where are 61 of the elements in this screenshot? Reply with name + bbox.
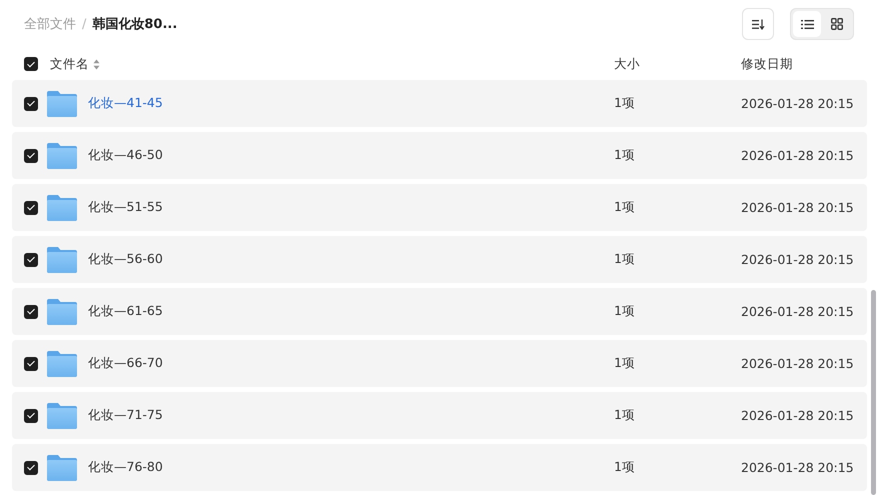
file-size: 1项 — [614, 407, 635, 422]
list-view-button[interactable] — [793, 11, 821, 37]
file-name[interactable]: 化妆—51-55 — [88, 199, 163, 216]
checkbox[interactable] — [24, 57, 38, 71]
folder-icon — [47, 298, 77, 324]
modified-date: 2026-01-28 20:15 — [741, 460, 854, 475]
folder-icon — [47, 454, 77, 480]
file-size: 1项 — [614, 147, 635, 162]
file-name[interactable]: 化妆—56-60 — [88, 251, 163, 268]
column-header[interactable]: 文件名 — [50, 56, 89, 72]
file-size: 1项 — [614, 355, 635, 370]
column-header[interactable]: 大小 — [614, 56, 640, 72]
file-row[interactable]: 化妆—56-60 1项 2026-01-28 20:15 — [12, 236, 867, 283]
modified-date: 2026-01-28 20:15 — [741, 148, 854, 163]
checkbox[interactable] — [24, 460, 38, 474]
checkbox[interactable] — [24, 148, 38, 162]
checkbox[interactable] — [24, 200, 38, 214]
breadcrumb-item[interactable]: 韩国化妆80... — [92, 15, 178, 33]
folder-icon — [47, 402, 77, 428]
file-name[interactable]: 化妆—76-80 — [88, 459, 163, 476]
checkbox[interactable] — [24, 252, 38, 266]
file-row[interactable]: 化妆—76-80 1项 2026-01-28 20:15 — [12, 444, 867, 491]
sort-icon[interactable] — [93, 58, 100, 70]
file-row[interactable]: 化妆—61-65 1项 2026-01-28 20:15 — [12, 288, 867, 335]
modified-date: 2026-01-28 20:15 — [741, 304, 854, 319]
folder-icon — [47, 142, 77, 168]
sort-button[interactable] — [742, 8, 774, 40]
file-name[interactable]: 化妆—71-75 — [88, 407, 163, 424]
file-name[interactable]: 化妆—41-45 — [88, 95, 163, 112]
grid-icon — [831, 18, 843, 30]
folder-icon — [47, 350, 77, 376]
file-size: 1项 — [614, 95, 635, 110]
scrollbar[interactable] — [871, 290, 876, 495]
file-row[interactable]: 化妆—66-70 1项 2026-01-28 20:15 — [12, 340, 867, 387]
checkbox[interactable] — [24, 96, 38, 110]
folder-icon — [47, 246, 77, 272]
file-row[interactable]: 化妆—46-50 1项 2026-01-28 20:15 — [12, 132, 867, 179]
file-row[interactable]: 化妆—71-75 1项 2026-01-28 20:15 — [12, 392, 867, 439]
file-size: 1项 — [614, 199, 635, 214]
file-row[interactable]: 化妆—41-45 1项 2026-01-28 20:15 — [12, 80, 867, 127]
modified-date: 2026-01-28 20:15 — [741, 200, 854, 215]
breadcrumb-separator: / — [82, 16, 86, 32]
file-name[interactable]: 化妆—61-65 — [88, 303, 163, 320]
modified-date: 2026-01-28 20:15 — [741, 96, 854, 111]
checkbox[interactable] — [24, 304, 38, 318]
file-name[interactable]: 化妆—66-70 — [88, 355, 163, 372]
sort-icon — [752, 18, 764, 30]
file-size: 1项 — [614, 251, 635, 266]
file-size: 1项 — [614, 459, 635, 474]
modified-date: 2026-01-28 20:15 — [741, 408, 854, 423]
file-size: 1项 — [614, 303, 635, 318]
checkbox[interactable] — [24, 356, 38, 370]
folder-icon — [47, 194, 77, 220]
folder-icon — [47, 90, 77, 116]
checkbox[interactable] — [24, 408, 38, 422]
modified-date: 2026-01-28 20:15 — [741, 252, 854, 267]
list-icon — [800, 18, 814, 30]
file-row[interactable]: 化妆—51-55 1项 2026-01-28 20:15 — [12, 184, 867, 231]
modified-date: 2026-01-28 20:15 — [741, 356, 854, 371]
column-header[interactable]: 修改日期 — [741, 56, 793, 72]
file-name[interactable]: 化妆—46-50 — [88, 147, 163, 164]
